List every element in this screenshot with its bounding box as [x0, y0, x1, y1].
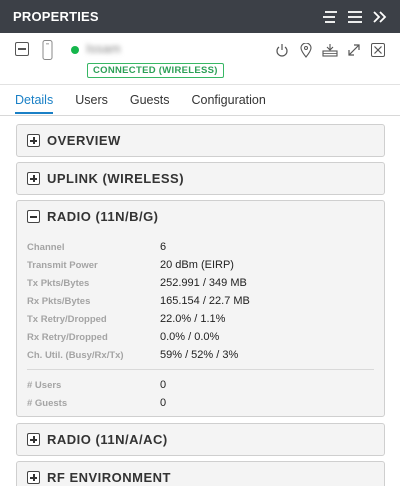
collapse-minus-icon: [27, 210, 40, 223]
stat-value: 0.0% / 0.0%: [160, 331, 220, 343]
stat-row: Ch. Util. (Busy/Rx/Tx) 59% / 52% / 3%: [27, 346, 374, 364]
stat-value: 165.154 / 22.7 MB: [160, 295, 250, 307]
section-title: RADIO (11N/B/G): [47, 209, 159, 224]
section-title: RF ENVIRONMENT: [47, 470, 171, 485]
stat-row: # Users 0: [27, 376, 374, 394]
status-badge: CONNECTED (WIRELESS): [87, 63, 224, 78]
section-uplink: UPLINK (WIRELESS): [16, 162, 385, 195]
network-icon[interactable]: [322, 42, 338, 58]
stat-row: Channel 6: [27, 238, 374, 256]
stat-value: 59% / 52% / 3%: [160, 349, 239, 361]
menu-icon[interactable]: [347, 9, 363, 25]
stat-label: Rx Pkts/Bytes: [27, 295, 91, 307]
access-point-icon: [42, 40, 53, 65]
titlebar-tools: [322, 0, 388, 33]
radio-stats: Channel 6 Transmit Power 20 dBm (EIRP) T…: [17, 232, 384, 412]
expand-plus-icon: [27, 433, 40, 446]
stat-label: # Users: [27, 379, 62, 391]
stat-label: Tx Pkts/Bytes: [27, 277, 90, 289]
stat-row: Tx Pkts/Bytes 252.991 / 349 MB: [27, 274, 374, 292]
power-icon[interactable]: [274, 42, 290, 58]
stat-label: # Guests: [27, 397, 68, 409]
stats-divider: [27, 369, 374, 370]
section-rf-environment: RF ENVIRONMENT: [16, 461, 385, 486]
double-chevron-right-icon[interactable]: [372, 9, 388, 25]
section-overview-header[interactable]: OVERVIEW: [17, 125, 384, 156]
locate-icon[interactable]: [298, 42, 314, 58]
section-title: OVERVIEW: [47, 133, 121, 148]
tab-guests[interactable]: Guests: [130, 93, 170, 114]
stat-label: Transmit Power: [27, 259, 98, 271]
stat-row: # Guests 0: [27, 394, 374, 412]
section-uplink-header[interactable]: UPLINK (WIRELESS): [17, 163, 384, 194]
expand-plus-icon: [27, 134, 40, 147]
section-overview: OVERVIEW: [16, 124, 385, 157]
stat-label: Rx Retry/Dropped: [27, 331, 108, 343]
expand-icon[interactable]: [346, 42, 362, 58]
device-name: Issam: [86, 41, 121, 56]
close-box-icon[interactable]: [370, 42, 386, 58]
section-radio-ac: RADIO (11N/A/AC): [16, 423, 385, 456]
collapse-button[interactable]: [15, 42, 29, 56]
section-radio-bgn-header[interactable]: RADIO (11N/B/G): [17, 201, 384, 232]
stat-value: 22.0% / 1.1%: [160, 313, 226, 325]
stat-row: Tx Retry/Dropped 22.0% / 1.1%: [27, 310, 374, 328]
stat-value: 0: [160, 397, 167, 409]
tab-users[interactable]: Users: [75, 93, 108, 114]
stat-value: 20 dBm (EIRP): [160, 259, 234, 271]
section-radio-bgn: RADIO (11N/B/G) Channel 6 Transmit Power…: [16, 200, 385, 417]
stat-label: Tx Retry/Dropped: [27, 313, 107, 325]
tab-details[interactable]: Details: [15, 93, 54, 114]
tab-configuration[interactable]: Configuration: [191, 93, 265, 114]
device-summary: Issam CONNECTED (WIRELESS): [0, 33, 400, 85]
device-actions: [274, 42, 386, 58]
stat-label: Channel: [27, 241, 65, 253]
stat-label: Ch. Util. (Busy/Rx/Tx): [27, 349, 124, 361]
stat-row: Rx Pkts/Bytes 165.154 / 22.7 MB: [27, 292, 374, 310]
stat-row: Rx Retry/Dropped 0.0% / 0.0%: [27, 328, 374, 346]
align-icon[interactable]: [322, 9, 338, 25]
tabs-divider: [0, 115, 400, 116]
tab-bar: Details Users Guests Configuration: [15, 93, 266, 114]
stat-value: 252.991 / 349 MB: [160, 277, 247, 289]
expand-plus-icon: [27, 471, 40, 484]
stat-value: 6: [160, 241, 167, 253]
status-dot: [71, 46, 79, 54]
expand-plus-icon: [27, 172, 40, 185]
section-title: RADIO (11N/A/AC): [47, 432, 168, 447]
section-title: UPLINK (WIRELESS): [47, 171, 185, 186]
panel-title: PROPERTIES: [13, 9, 99, 24]
stat-row: Transmit Power 20 dBm (EIRP): [27, 256, 374, 274]
section-rf-environment-header[interactable]: RF ENVIRONMENT: [17, 462, 384, 486]
stat-value: 0: [160, 379, 167, 391]
properties-titlebar: PROPERTIES: [0, 0, 400, 33]
section-radio-ac-header[interactable]: RADIO (11N/A/AC): [17, 424, 384, 455]
